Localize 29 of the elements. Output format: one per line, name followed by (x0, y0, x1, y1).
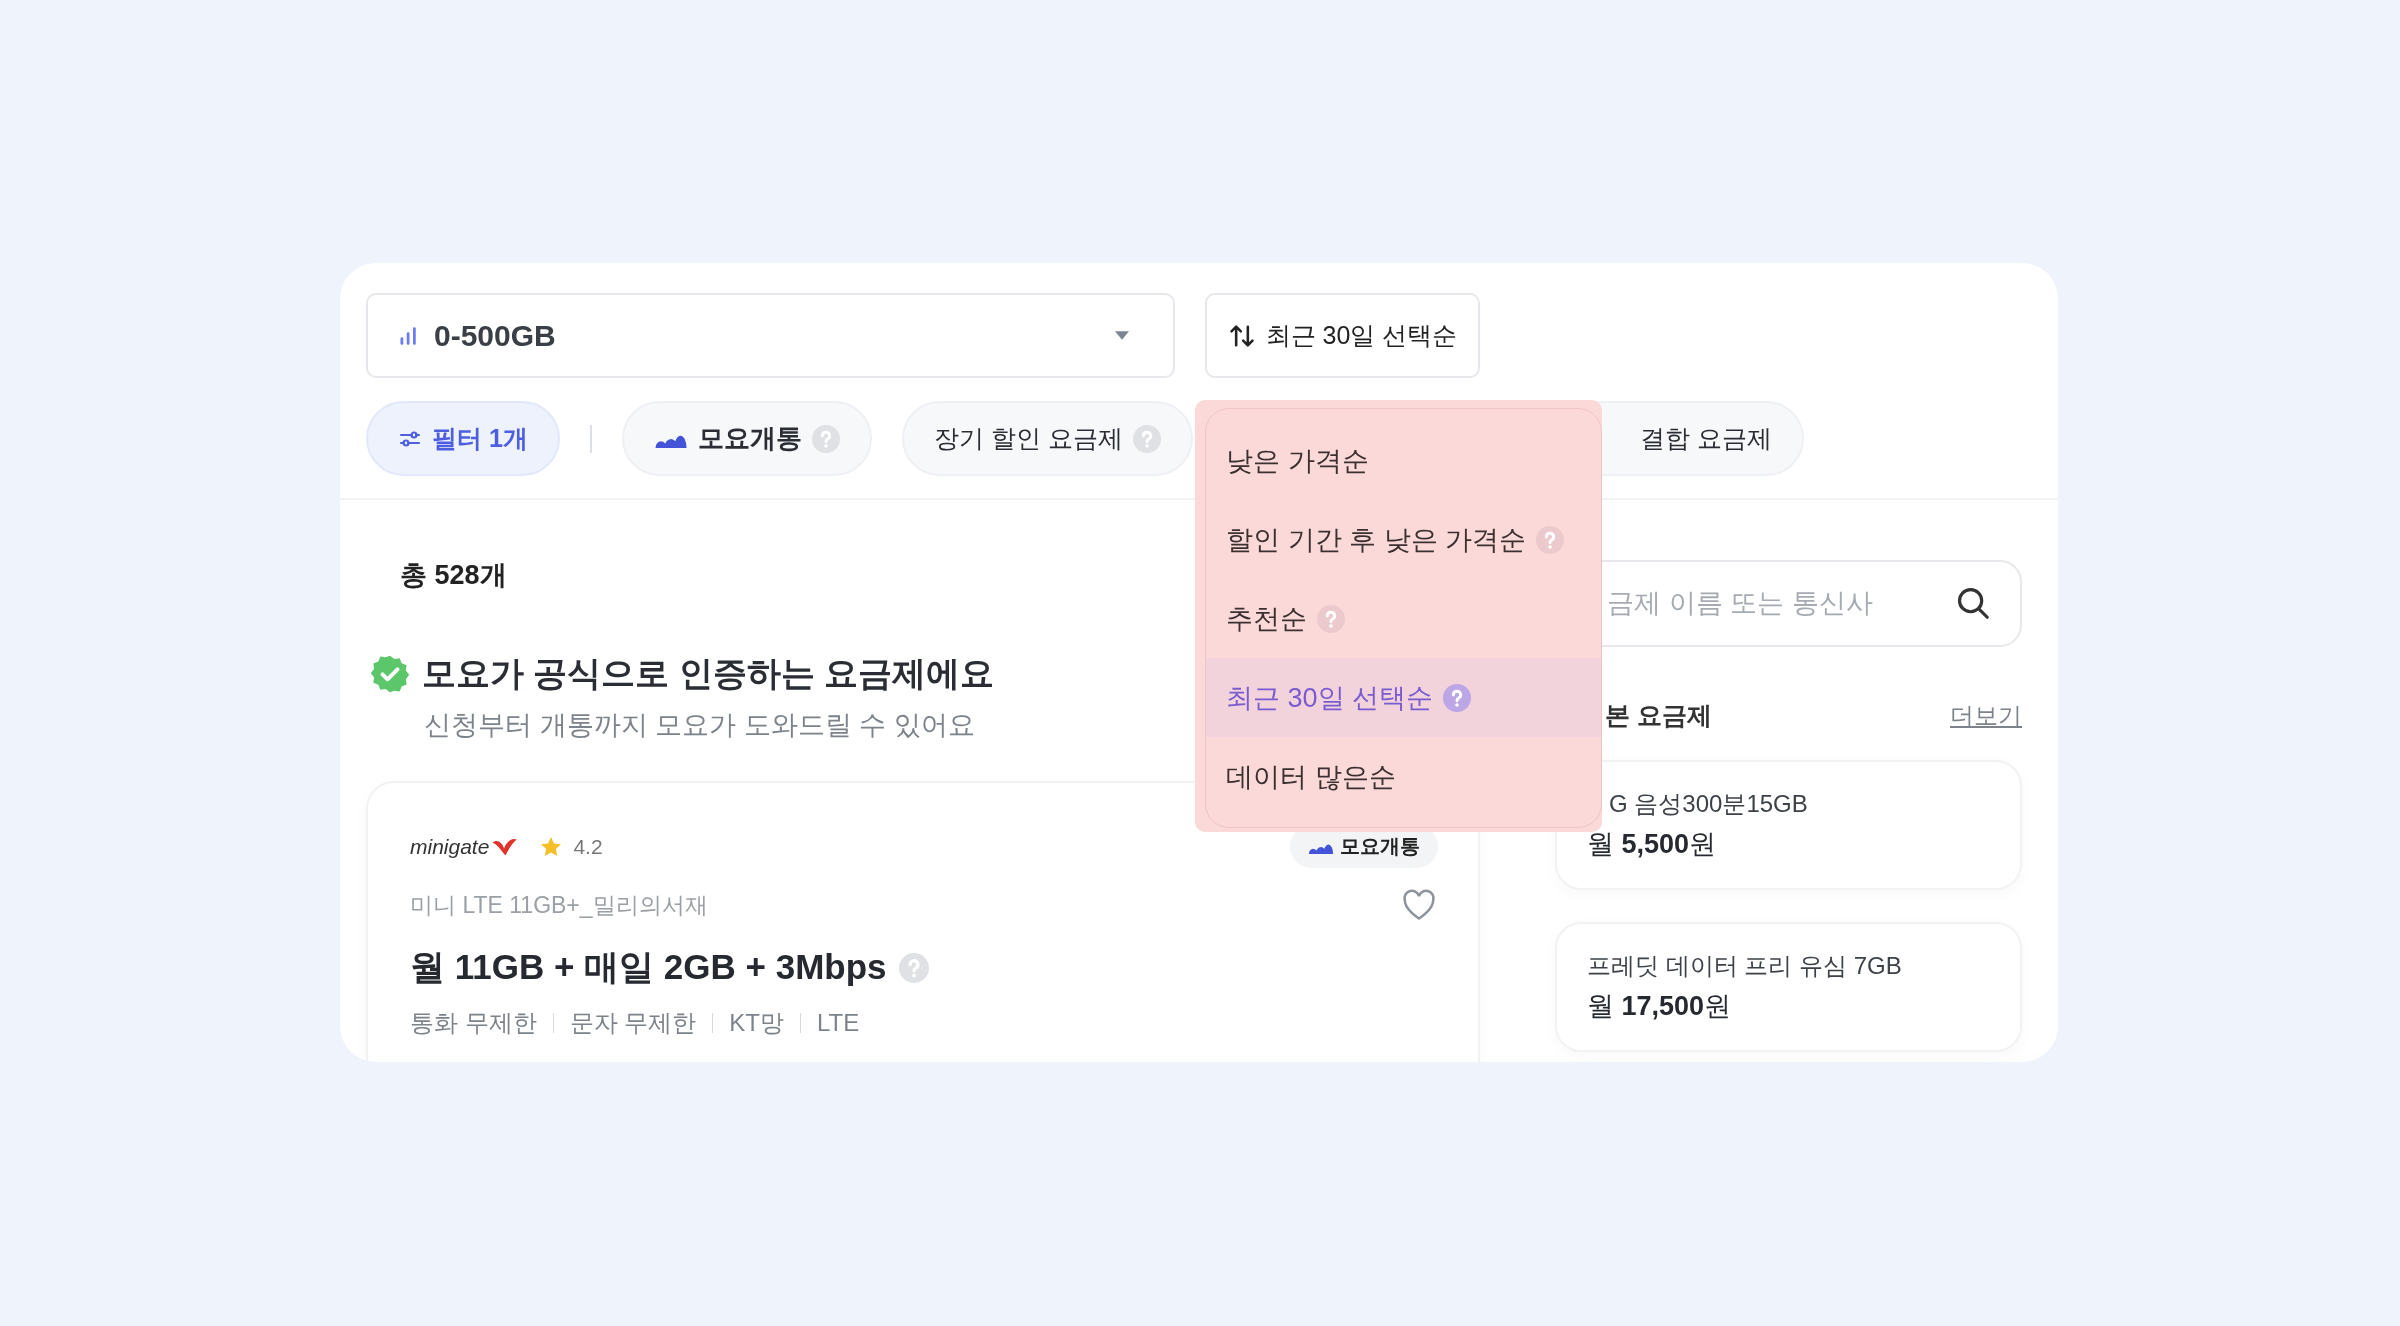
plan-feature: KT망 (729, 1008, 784, 1038)
data-select[interactable]: 0-500GB (366, 293, 1175, 378)
more-link[interactable]: 더보기 (1950, 699, 2022, 732)
total-count: 총 528개 (400, 559, 508, 592)
notice-subtitle: 신청부터 개통까지 모요가 도와드릴 수 있어요 (424, 709, 976, 742)
help-icon (898, 952, 929, 983)
filter-chip[interactable]: 장기 할인 요금제 (901, 401, 1193, 476)
sort-option[interactable]: 최근 30일 선택순 (1206, 658, 1601, 737)
plan-feature: 문자 무제한 (569, 1008, 697, 1038)
notice-title: 모요가 공식으로 인증하는 요금제에요 (422, 653, 995, 694)
plan-price: 월 5,500원 (1587, 828, 1718, 861)
verified-badge-icon (370, 654, 410, 694)
signal-bars-icon (398, 325, 418, 346)
plan-card[interactable]: 프레딧 데이터 프리 유심 7GB 월 17,500원 (1555, 922, 2022, 1052)
caret-icon (1115, 331, 1129, 340)
filter-chip[interactable]: 모요개통 (621, 401, 872, 476)
plan-title: 월 11GB + 매일 2GB + 3Mbps (410, 946, 887, 988)
section-title: 본 요금제 (1605, 700, 1712, 731)
rating: 4.2 (573, 834, 603, 859)
select-value: 0-500GB (434, 318, 557, 353)
plan-name: 프레딧 데이터 프리 유심 7GB (1587, 951, 1903, 981)
plan-feature: LTE (817, 1009, 860, 1037)
plan-name: 미니 LTE 11GB+_밀리의서재 (410, 890, 708, 920)
plan-name: G 음성300분15GB (1609, 789, 1809, 819)
plan-price: 월 17,500원 (1587, 990, 1733, 1023)
filter-chip[interactable]: 필터 1개 (366, 401, 560, 476)
carrier-logo: minigate (410, 834, 520, 859)
plan-feature: 통화 무제한 (410, 1008, 537, 1038)
sort-button[interactable]: 최근 30일 선택순 (1205, 293, 1480, 378)
